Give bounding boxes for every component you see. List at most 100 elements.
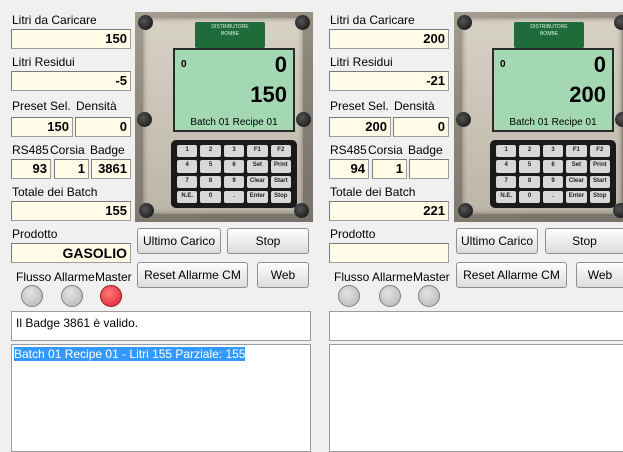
keypad-key: Print: [589, 160, 610, 173]
densita-field[interactable]: 0: [393, 117, 449, 137]
preset-label: Preset Sel.: [12, 99, 71, 113]
keypad-key: 8: [200, 175, 221, 188]
litri-residui-label: Litri Residui: [12, 55, 75, 69]
device-logo: DISTRIBUTORE BOMBE: [514, 22, 584, 48]
keypad-key: Start: [270, 175, 291, 188]
allarme-label: Allarme: [372, 270, 413, 284]
keypad-key: 1: [177, 145, 198, 158]
badge-label: Badge: [90, 143, 125, 157]
keypad-key: 0: [519, 190, 540, 203]
prodotto-field[interactable]: [329, 243, 449, 263]
ultimo-carico-button[interactable]: Ultimo Carico: [456, 228, 538, 254]
rs485-label: RS485: [330, 143, 367, 157]
keypad-key: 0: [200, 190, 221, 203]
keypad-key: 7: [496, 175, 517, 188]
corsia-field[interactable]: 1: [54, 159, 89, 179]
prodotto-label: Prodotto: [12, 227, 58, 241]
keypad-key: Stop: [270, 190, 291, 203]
web-button[interactable]: Web: [257, 262, 309, 288]
litri-caricare-field[interactable]: 150: [11, 29, 131, 49]
preset-field[interactable]: 150: [11, 117, 73, 137]
dispenser-device-image: DISTRIBUTORE BOMBE 0 0 200 Batch 01 Recip…: [454, 12, 623, 222]
litri-residui-field[interactable]: -21: [329, 71, 449, 91]
status-message: [329, 311, 623, 341]
display-top-value: 0: [593, 52, 606, 77]
stop-button[interactable]: Stop: [545, 228, 623, 254]
keypad-key: 3: [542, 145, 564, 158]
reset-allarme-button[interactable]: Reset Allarme CM: [456, 262, 567, 288]
bolt-icon: [613, 203, 623, 218]
loading-panel-1: Litri da Caricare 150 Litri Residui -5 P…: [0, 0, 313, 452]
display-top-value: 0: [274, 52, 287, 77]
keypad-key: N.E.: [496, 190, 517, 203]
allarme-indicator: [61, 285, 83, 307]
litri-residui-field[interactable]: -5: [11, 71, 131, 91]
device-display: 0 0 200 Batch 01 Recipe 01: [492, 48, 614, 132]
prodotto-field[interactable]: GASOLIO: [11, 243, 131, 263]
keypad-key: .: [223, 190, 245, 203]
rs485-label: RS485: [12, 143, 49, 157]
bolt-icon: [137, 112, 152, 127]
log-item[interactable]: Batch 01 Recipe 01 - Litri 155 Parziale:…: [12, 345, 310, 363]
display-batch-line: Batch 01 Recipe 01: [509, 117, 597, 128]
litri-caricare-field[interactable]: 200: [329, 29, 449, 49]
bolt-icon: [458, 203, 473, 218]
keypad-key: Clear: [566, 175, 587, 188]
totale-label: Totale dei Batch: [330, 185, 416, 199]
rs485-field[interactable]: 93: [11, 159, 51, 179]
ultimo-carico-button[interactable]: Ultimo Carico: [137, 228, 221, 254]
keypad-key: Start: [589, 175, 610, 188]
litri-caricare-label: Litri da Caricare: [330, 13, 415, 27]
bolt-icon: [457, 15, 472, 30]
flusso-indicator: [338, 285, 360, 307]
reset-allarme-button[interactable]: Reset Allarme CM: [137, 262, 248, 288]
keypad-key: 2: [519, 145, 540, 158]
bolt-icon: [138, 15, 153, 30]
bolt-icon: [295, 15, 310, 30]
rs485-field[interactable]: 94: [329, 159, 369, 179]
keypad-key: F1: [247, 145, 268, 158]
densita-label: Densità: [394, 99, 435, 113]
display-batch-line: Batch 01 Recipe 01: [190, 117, 278, 128]
display-small-value: 0: [181, 59, 187, 70]
master-indicator: [418, 285, 440, 307]
flusso-indicator: [21, 285, 43, 307]
display-main-value: 200: [569, 82, 606, 107]
dispenser-device-image: DISTRIBUTORE BOMBE 0 0 150 Batch 01 Recip…: [135, 12, 313, 222]
web-button[interactable]: Web: [576, 262, 623, 288]
keypad-key: 9: [542, 175, 564, 188]
display-main-value: 150: [250, 82, 287, 107]
keypad-key: Stop: [589, 190, 610, 203]
device-display: 0 0 150 Batch 01 Recipe 01: [173, 48, 295, 132]
bolt-icon: [139, 203, 154, 218]
totale-label: Totale dei Batch: [12, 185, 98, 199]
totale-field[interactable]: 155: [11, 201, 131, 221]
stop-button[interactable]: Stop: [227, 228, 309, 254]
device-keypad: 1 2 3 F1 F2 4 5 6 Set Print 7 8 9 Clear Start N.E. 0. Ent…: [171, 140, 297, 208]
batch-log-list[interactable]: Batch 01 Recipe 01 - Litri 155 Parziale:…: [11, 344, 311, 452]
bolt-icon: [615, 112, 623, 127]
preset-field[interactable]: 200: [329, 117, 391, 137]
master-label: Master: [413, 270, 450, 284]
loading-panel-2: Litri da Caricare 200 Litri Residui -21 …: [320, 0, 623, 452]
totale-field[interactable]: 221: [329, 201, 449, 221]
corsia-field[interactable]: 1: [372, 159, 407, 179]
keypad-key: 2: [200, 145, 221, 158]
keypad-key: Set: [247, 160, 268, 173]
keypad-key: 9: [223, 175, 245, 188]
batch-log-list[interactable]: [329, 344, 623, 452]
keypad-key: Print: [270, 160, 291, 173]
keypad-key: 6: [542, 160, 564, 173]
badge-field[interactable]: 3861: [91, 159, 131, 179]
prodotto-label: Prodotto: [330, 227, 376, 241]
badge-field[interactable]: [409, 159, 449, 179]
keypad-key: Clear: [247, 175, 268, 188]
allarme-indicator: [379, 285, 401, 307]
master-label: Master: [95, 270, 132, 284]
litri-caricare-label: Litri da Caricare: [12, 13, 97, 27]
densita-label: Densità: [76, 99, 117, 113]
flusso-label: Flusso: [334, 270, 370, 284]
corsia-label: Corsia: [50, 143, 85, 157]
densita-field[interactable]: 0: [75, 117, 131, 137]
bolt-icon: [296, 112, 311, 127]
